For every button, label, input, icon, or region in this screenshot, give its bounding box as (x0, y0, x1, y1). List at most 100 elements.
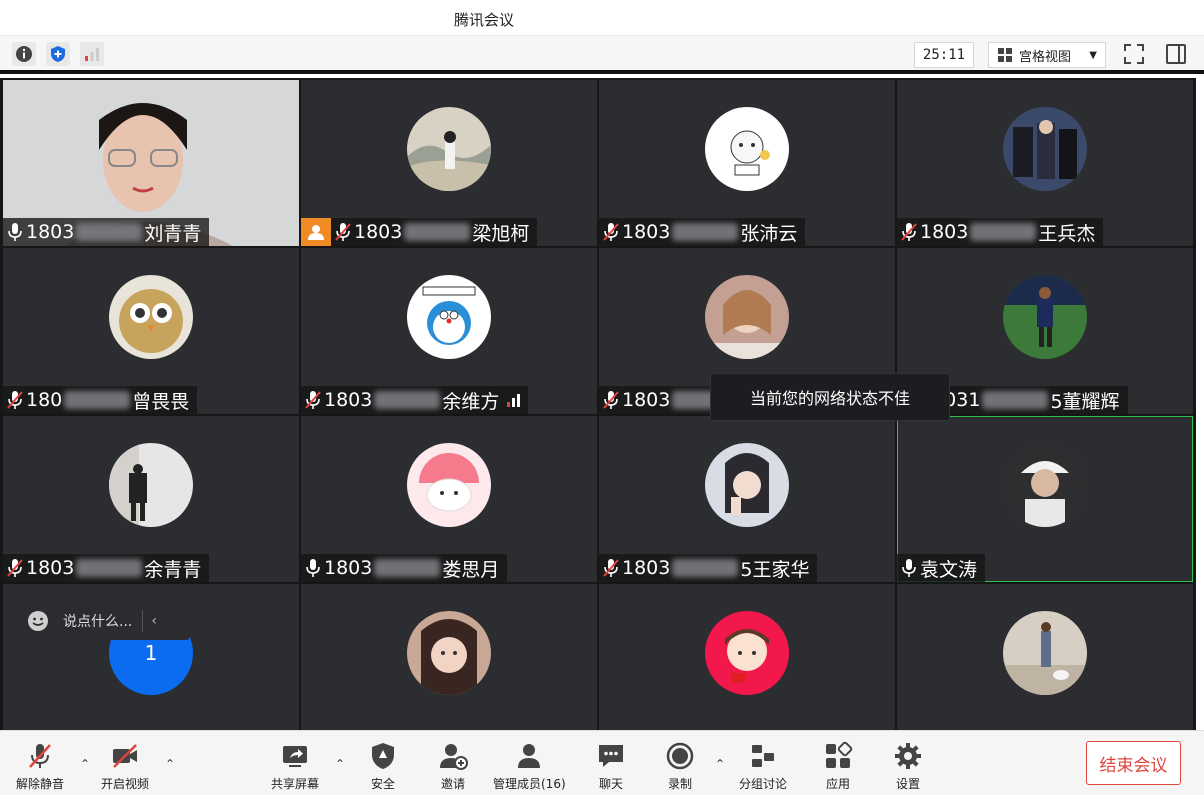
gear-icon (895, 743, 921, 769)
record-label: 录制 (667, 777, 692, 791)
record-button[interactable]: 录制 (665, 741, 695, 792)
participant-tile[interactable] (897, 584, 1193, 750)
chevron-left-icon[interactable]: ‹ (151, 613, 157, 629)
redacted-id (76, 559, 143, 577)
mic-off-icon (603, 558, 619, 578)
app-title: 腾讯会议 (454, 11, 515, 29)
participant-name: 曾畏畏 (132, 390, 190, 413)
participant-id-prefix: 1803 (920, 221, 969, 243)
record-icon (666, 742, 694, 770)
shield-icon[interactable] (46, 42, 70, 66)
security-button[interactable]: 安全 (368, 741, 398, 792)
participant-nameplate: 1803 刘青青 (3, 218, 210, 246)
mic-icon (7, 222, 23, 242)
participant-tile[interactable]: 1803 梁旭柯 (301, 80, 597, 246)
chevron-down-icon: ▼ (1089, 49, 1097, 61)
redacted-id (76, 223, 143, 241)
participant-avatar (109, 443, 193, 527)
share-screen-button[interactable]: 共享屏幕 (271, 741, 319, 792)
participant-tile[interactable]: 1803 5王家华 (599, 416, 895, 582)
participant-id-prefix: 1803 (26, 557, 75, 579)
end-meeting-button[interactable]: 结束会议 (1086, 741, 1181, 785)
chevron-up-icon[interactable]: ⌃ (80, 757, 90, 771)
mic-icon (305, 558, 321, 578)
participant-avatar (407, 107, 491, 191)
info-icon[interactable] (12, 42, 36, 66)
sidebar-toggle-icon[interactable] (1164, 42, 1188, 66)
participant-nameplate: 1803 张沛云 (599, 218, 806, 246)
security-shield-icon (372, 743, 394, 769)
mic-off-icon (335, 222, 351, 242)
participant-tile[interactable]: 1803 王兵杰 (897, 80, 1193, 246)
participant-avatar (1003, 611, 1087, 695)
participant-id-prefix: 1803 (622, 389, 671, 411)
participant-name: 余青青 (144, 558, 202, 581)
participant-name: 5董耀辉 (1050, 390, 1120, 413)
network-signal-icon[interactable] (80, 42, 104, 66)
apps-label: 应用 (825, 777, 850, 791)
participant-avatar (407, 443, 491, 527)
participant-name: 王兵杰 (1038, 222, 1096, 245)
participant-tile[interactable]: 180 曾畏畏 (3, 248, 299, 414)
breakout-rooms-button[interactable]: 分组讨论 (739, 741, 787, 792)
settings-button[interactable]: 设置 (893, 741, 923, 792)
participant-name: 梁旭柯 (472, 222, 530, 245)
participant-tile[interactable]: 1803 张沛云 (599, 80, 895, 246)
participant-avatar (109, 275, 193, 359)
participant-tile[interactable]: 袁文涛 (897, 416, 1193, 582)
chat-button[interactable]: 聊天 (596, 741, 626, 792)
participant-avatar (1003, 443, 1087, 527)
participant-id-prefix: 1803 (324, 557, 373, 579)
redacted-id (982, 391, 1049, 409)
participant-nameplate: 180 曾畏畏 (3, 386, 198, 414)
participant-nameplate: 1803 5王家华 (599, 554, 818, 582)
participant-name: 余维方 (442, 390, 500, 413)
participant-id-prefix: 1803 (622, 557, 671, 579)
meeting-window: 腾讯会议 25:11 宫格视图 ▼ 1803 刘青青 1803 梁旭柯 1803 张沛云 1… (0, 0, 1204, 795)
unmute-button[interactable]: 解除静音 (16, 741, 64, 792)
chevron-up-icon[interactable]: ⌃ (165, 757, 175, 771)
redacted-id (374, 391, 441, 409)
participant-avatar (705, 443, 789, 527)
participant-tile[interactable]: 1803 刘青青 (3, 80, 299, 246)
participant-avatar (1003, 275, 1087, 359)
grid-view-icon (998, 48, 1012, 62)
chat-bubble-icon (599, 745, 623, 767)
chevron-up-icon[interactable]: ⌃ (335, 757, 345, 771)
participant-tile[interactable]: 1803 余青青 (3, 416, 299, 582)
participant-tile[interactable]: 1803 余维方 (301, 248, 597, 414)
participant-nameplate: 袁文涛 (897, 554, 986, 582)
start-video-button[interactable]: 开启视频 (101, 741, 149, 792)
redacted-id (970, 223, 1037, 241)
top-toolbar: 25:11 宫格视图 ▼ (0, 36, 1204, 74)
bottom-toolbar: 解除静音 ⌃ 开启视频 ⌃ 共享屏幕 ⌃ 安全 邀请 管理成员(16) 聊天 录… (0, 730, 1204, 795)
participant-tile[interactable]: 1803 娄思月 (301, 416, 597, 582)
participant-nameplate: 1803 娄思月 (301, 554, 508, 582)
mic-off-icon (901, 222, 917, 242)
security-label: 安全 (370, 777, 395, 791)
participant-nameplate: 1803 余青青 (3, 554, 210, 582)
participant-avatar (705, 107, 789, 191)
chat-label: 聊天 (598, 777, 623, 791)
participant-tile[interactable] (599, 584, 895, 750)
chat-placeholder[interactable]: 说点什么... (63, 611, 132, 631)
settings-label: 设置 (895, 777, 920, 791)
apps-button[interactable]: 应用 (823, 741, 853, 792)
manage-members-button[interactable]: 管理成员(16) (493, 741, 566, 792)
video-off-icon (113, 744, 137, 768)
view-mode-select[interactable]: 宫格视图 ▼ (988, 42, 1106, 68)
participant-nameplate: 1803 王兵杰 (897, 218, 1104, 246)
mic-off-icon (603, 390, 619, 410)
participant-name: 袁文涛 (920, 558, 978, 581)
invite-user-icon (440, 744, 468, 770)
chevron-up-icon[interactable]: ⌃ (715, 757, 725, 771)
invite-button[interactable]: 邀请 (438, 741, 468, 792)
participant-avatar (705, 611, 789, 695)
redacted-id (672, 223, 739, 241)
start-video-label: 开启视频 (101, 777, 150, 791)
emoji-icon[interactable] (27, 610, 49, 632)
chat-quick-input[interactable]: 说点什么... ‹ (17, 602, 190, 640)
participant-tile[interactable] (301, 584, 597, 750)
fullscreen-icon[interactable] (1122, 42, 1146, 66)
breakout-icon (752, 745, 774, 767)
